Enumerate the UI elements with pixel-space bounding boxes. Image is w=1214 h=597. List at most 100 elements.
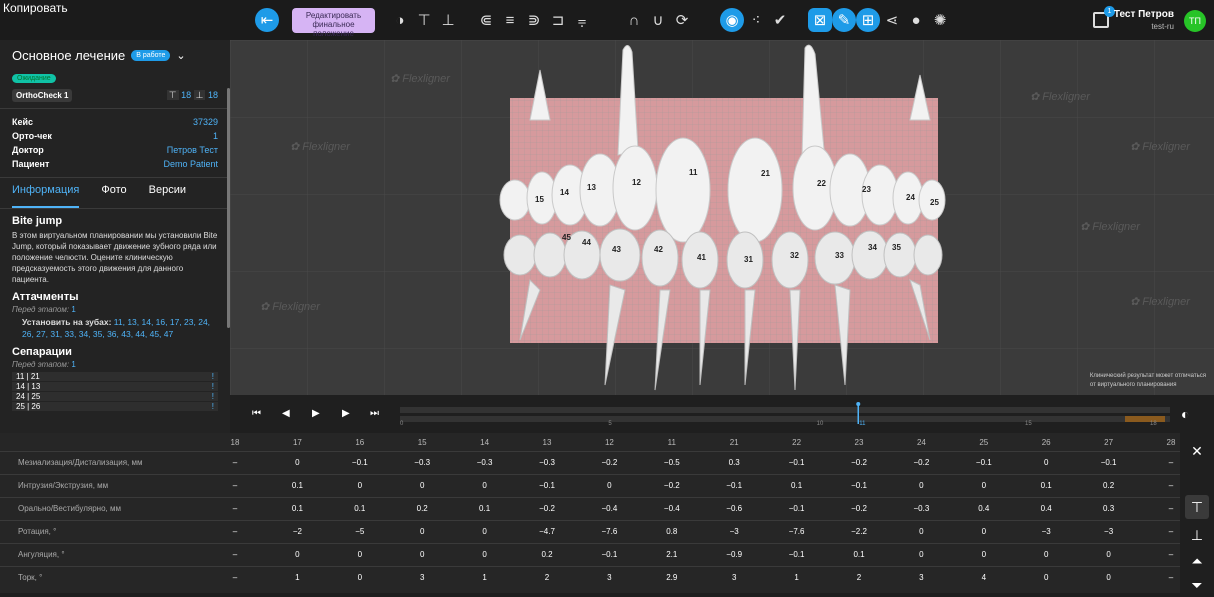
watermark: ✿ Flexligner — [290, 141, 351, 153]
timeline-track[interactable]: 0 5 10 15 18 11 — [400, 402, 1170, 426]
superimpose-icon[interactable]: ⊞ — [856, 8, 880, 32]
table-cell: 0.3 — [1103, 504, 1115, 513]
table-cell: 2 — [856, 573, 862, 582]
table-cell: 0 — [1043, 550, 1049, 559]
compare-toggle-icon[interactable]: ◐ — [1181, 406, 1189, 422]
table-cell: −4.7 — [539, 527, 555, 536]
lower-jaw-table-icon[interactable]: ⊥ — [1185, 523, 1209, 547]
avatar[interactable]: ТП — [1184, 10, 1206, 32]
before-value: 1 — [71, 305, 76, 314]
sep-mark: ! — [211, 392, 214, 401]
comment-icon[interactable]: ● — [904, 8, 928, 32]
step-forward-icon[interactable]: ▶ — [342, 408, 350, 419]
share-icon[interactable]: ⋖ — [880, 8, 904, 32]
separations-before: Перед этапом: 1 — [0, 358, 230, 371]
table-cell: 0 — [482, 481, 487, 490]
aligner-counts: ⊤ 18 ⊥ 18 — [166, 90, 218, 101]
both-arches-icon[interactable]: ⟳ — [670, 8, 694, 32]
lower-jaw-icon[interactable]: ⊥ — [436, 8, 460, 32]
table-cell: −3 — [1104, 527, 1114, 536]
doctor-link[interactable]: Петров Тест — [167, 143, 218, 157]
upper-arch-icon[interactable]: ∩ — [622, 8, 646, 32]
table-cell: −0.3 — [539, 458, 555, 467]
tooth-column-header: 16 — [355, 438, 365, 447]
install-label: Установить на зубах: — [22, 317, 112, 327]
watermark: ✿ Flexligner — [1130, 296, 1191, 308]
before-label: Перед этапом: — [12, 305, 70, 314]
patient-link[interactable]: Demo Patient — [163, 157, 218, 171]
table-cell: −0.1 — [788, 550, 805, 559]
tab-info[interactable]: Информация — [12, 184, 80, 208]
edit-final-position-button[interactable]: Редактировать финальное положение — [292, 8, 375, 38]
timeline-cursor-handle[interactable] — [856, 402, 861, 406]
checker-chip[interactable]: OrthoCheck 1 — [12, 89, 73, 102]
play-icon[interactable]: ▶ — [312, 408, 320, 419]
sidebar-tabs: Информация Фото Версии — [0, 178, 230, 208]
table-cell: −0.2 — [913, 458, 930, 467]
case-sidebar: Основное лечение В работе ⌄ Ожидание Ort… — [0, 40, 230, 433]
tooth-column-header: 14 — [480, 438, 490, 447]
tooth-label: 14 — [560, 188, 569, 197]
table-cell: −0.1 — [601, 550, 618, 559]
table-cell: −3 — [1041, 527, 1051, 536]
table-cell: 2 — [544, 573, 550, 582]
view-front-icon[interactable]: ≡ — [498, 8, 522, 32]
table-cell: −0.6 — [726, 504, 743, 513]
field-value: 37329 — [192, 117, 218, 127]
table-cell: −0.4 — [663, 504, 680, 513]
table-row: Интрузия/Экструзия, мм – 0.1 0 0 0 −0.1 0 −0.2 −0… — [0, 474, 1180, 496]
chevron-down-icon[interactable]: ⌄ — [176, 49, 185, 62]
tab-photos[interactable]: Фото — [101, 184, 126, 208]
disclaimer-line: Клинический результат может отличаться — [1089, 373, 1206, 379]
table-cell: 0 — [419, 481, 425, 490]
tooth-column-header: 15 — [417, 438, 427, 447]
table-cell: −0.1 — [1100, 458, 1117, 467]
close-icon[interactable]: ✕ — [1185, 439, 1209, 463]
collapse-sidebar-icon[interactable]: ⇤ — [255, 8, 279, 32]
tooth-label: 33 — [835, 251, 844, 260]
current-stage-label: 11 — [859, 421, 866, 426]
upper-jaw-table-icon[interactable]: ⊤ — [1185, 495, 1209, 519]
attachments-icon[interactable]: ⁖ — [744, 8, 768, 32]
tooth-column-header: 23 — [854, 438, 864, 447]
separation-row: 11 | 21! — [12, 372, 218, 381]
measure-icon[interactable]: ✎ — [832, 8, 856, 32]
contrast-icon[interactable]: ◑ — [388, 8, 412, 32]
view-left-icon[interactable]: ⋐ — [474, 8, 498, 32]
skip-to-start-icon[interactable]: ⏮ — [252, 408, 261, 419]
view-compare-icon[interactable]: ⩦ — [570, 8, 594, 32]
brightness-icon[interactable]: ✺ — [928, 8, 952, 32]
grid-overlay-icon[interactable]: ⊠ — [808, 8, 832, 32]
table-cell: −7.6 — [788, 527, 805, 536]
row-label: Торк, ° — [18, 573, 43, 582]
lower-arch-icon[interactable]: ∪ — [646, 8, 670, 32]
table-cell: 0 — [482, 527, 487, 536]
table-cell: 0 — [981, 481, 987, 490]
bite-icon[interactable]: ✔ — [768, 8, 792, 32]
table-cell: 0 — [981, 550, 987, 559]
skip-to-end-icon[interactable]: ⏭ — [370, 408, 379, 419]
bite-table-icon[interactable]: ⏶ — [1185, 549, 1209, 573]
bite-jump-title: Bite jump — [12, 215, 63, 227]
teeth-model[interactable]: ✿ Flexligner ✿ Flexligner ✿ Flexligner ✿… — [230, 40, 1214, 395]
stage-timeline: ⏮ ◀ ▶ ▶ ⏭ 0 5 10 15 18 11 ◐ — [230, 395, 1214, 433]
model-viewport[interactable]: ✿ Flexligner ✿ Flexligner ✿ Flexligner ✿… — [230, 40, 1214, 395]
tooth-label: 25 — [930, 198, 939, 207]
table-cell: 0.1 — [479, 504, 491, 513]
separations-title: Сепарации — [12, 346, 72, 358]
field-patient: Пациент Demo Patient — [0, 157, 230, 171]
table-cell: 0 — [1106, 550, 1111, 559]
view-right-icon[interactable]: ⋑ — [522, 8, 546, 32]
tooth-label: 42 — [654, 245, 663, 254]
table-cell: −0.1 — [351, 458, 368, 467]
occlusion-icon[interactable]: ◉ — [720, 8, 744, 32]
separation-row: 14 | 13! — [12, 382, 218, 391]
upper-jaw-icon[interactable]: ⊤ — [412, 8, 436, 32]
tab-versions[interactable]: Версии — [149, 184, 186, 208]
view-split-icon[interactable]: ⊐ — [546, 8, 570, 32]
row-label: Ангуляция, ° — [18, 550, 65, 559]
step-back-icon[interactable]: ◀ — [282, 408, 290, 419]
tooth-column-header: 12 — [604, 438, 614, 447]
jaw-view-icon[interactable]: ⏷ — [1185, 573, 1209, 597]
table-cell: −0.5 — [663, 458, 680, 467]
